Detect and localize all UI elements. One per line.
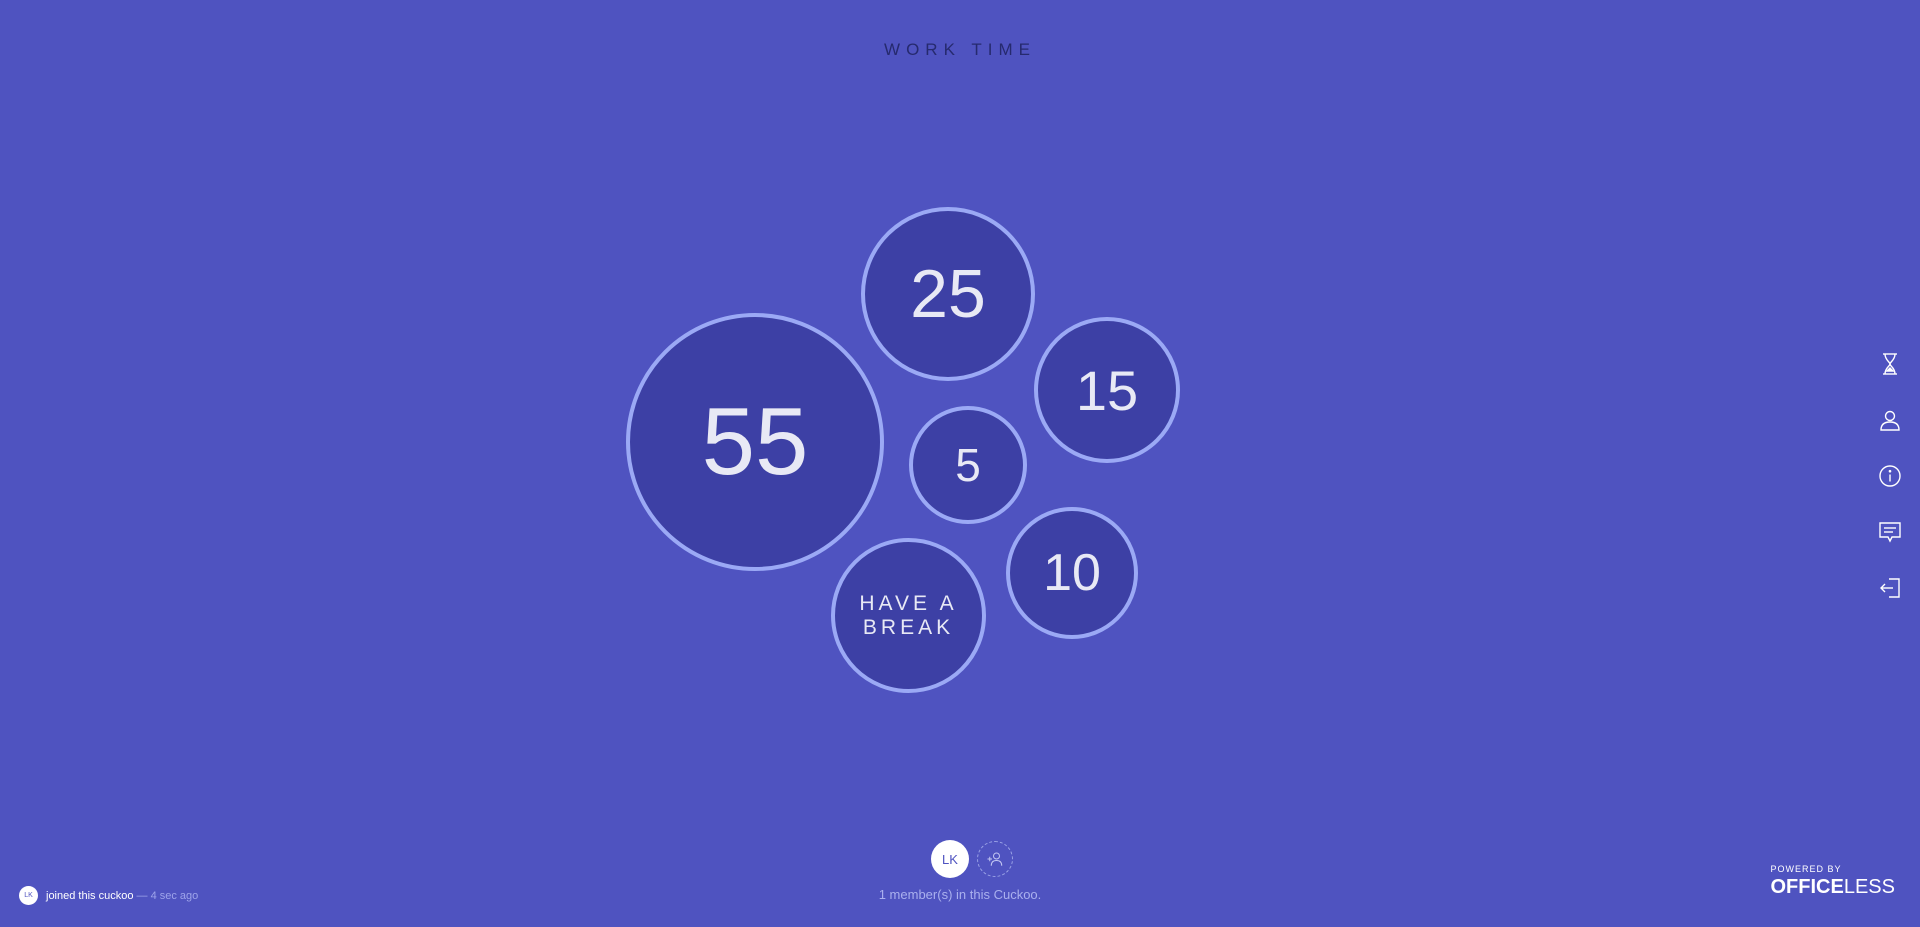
add-user-icon [987, 852, 1003, 866]
chat-icon [1879, 522, 1901, 543]
timer-15-button[interactable]: 15 [1034, 317, 1180, 463]
leave-nav-button[interactable] [1860, 560, 1920, 616]
logo-bold-part: OFFICE [1770, 876, 1844, 898]
activity-avatar: LK [19, 886, 38, 905]
officeless-logo: OFFICELESS [1771, 876, 1896, 899]
user-icon [1880, 410, 1900, 431]
activity-message: joined this cuckoo — 4 sec ago [46, 890, 198, 902]
timer-10-button[interactable]: 10 [1006, 507, 1138, 639]
member-count: 1 member(s) in this Cuckoo. [878, 887, 1042, 902]
activity-time: — 4 sec ago [136, 889, 199, 902]
mode-title: WORK TIME [884, 40, 1036, 59]
timer-5-button[interactable]: 5 [909, 406, 1027, 524]
invite-member-button[interactable] [977, 841, 1013, 877]
logout-icon [1880, 578, 1900, 598]
info-icon [1879, 465, 1901, 487]
have-a-break-button[interactable]: HAVE A BREAK [831, 538, 986, 693]
side-nav [1860, 336, 1920, 616]
timer-10-label: 10 [1043, 544, 1101, 602]
powered-by-label: POWERED BY [1770, 864, 1842, 874]
timer-5-label: 5 [955, 439, 981, 491]
timer-25-label: 25 [910, 256, 986, 332]
avatar[interactable]: LK [931, 840, 969, 878]
timer-25-button[interactable]: 25 [861, 207, 1035, 381]
powered-by-link[interactable]: POWERED BY OFFICELESS [1771, 864, 1896, 899]
timer-55-label: 55 [701, 388, 809, 495]
cuckoo-page: WORK TIME 55 25 15 5 10 HAVE A BREAK LK … [0, 0, 1920, 927]
member-list: LK [24, 840, 1920, 878]
activity-feed-item: LK joined this cuckoo — 4 sec ago [19, 886, 198, 905]
hourglass-icon [1883, 353, 1897, 375]
activity-text: joined this cuckoo [46, 889, 134, 902]
timer-55-button[interactable]: 55 [626, 313, 884, 571]
profile-nav-button[interactable] [1860, 392, 1920, 448]
have-a-break-label: HAVE A BREAK [859, 591, 958, 639]
timer-15-label: 15 [1075, 358, 1139, 422]
feedback-nav-button[interactable] [1860, 504, 1920, 560]
logo-light-part: LESS [1843, 876, 1895, 898]
timer-nav-button[interactable] [1860, 336, 1920, 392]
members-area: LK 1 member(s) in this Cuckoo. [0, 840, 1920, 902]
info-nav-button[interactable] [1860, 448, 1920, 504]
